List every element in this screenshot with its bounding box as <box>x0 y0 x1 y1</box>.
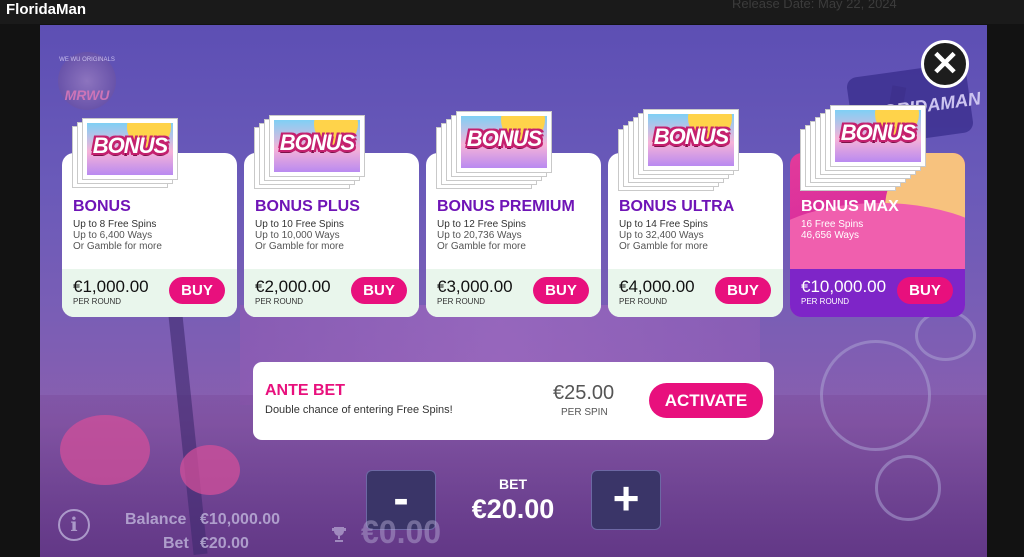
ticket-label: BONUS <box>653 124 729 149</box>
card-title: BONUS MAX <box>801 198 899 215</box>
bonus-ticket: BONUS <box>830 105 926 167</box>
card-ways: 46,656 Ways <box>801 230 859 241</box>
spin-control-faded <box>820 340 931 451</box>
card-per-round: PER ROUND <box>437 297 486 306</box>
background-flamingo <box>180 445 240 495</box>
ticket-label: BONUS <box>466 126 542 151</box>
bonus-ticket: BONUS <box>643 109 739 171</box>
app-title: FloridaMan <box>6 1 87 18</box>
title-bar: FloridaMan Release Date: May 22, 2024 <box>0 0 1024 24</box>
bet-label: BET <box>499 476 527 492</box>
buy-button-bonus-plus[interactable]: BUY <box>351 277 407 304</box>
info-icon[interactable]: i <box>58 509 90 541</box>
press-control-faded <box>915 310 976 361</box>
buy-button-bonus[interactable]: BUY <box>169 277 225 304</box>
card-gamble: Or Gamble for more <box>255 241 344 252</box>
ticket-label: BONUS <box>840 120 916 145</box>
card-spins: Up to 8 Free Spins <box>73 219 157 230</box>
buy-button-bonus-ultra[interactable]: BUY <box>715 277 771 304</box>
buy-button-bonus-max[interactable]: BUY <box>897 277 953 304</box>
bet-increase-button[interactable]: + <box>591 470 661 530</box>
card-ways: Up to 10,000 Ways <box>255 230 340 241</box>
footer-bet-value: €20.00 <box>200 535 249 552</box>
release-date-text: Release Date: May 22, 2024 <box>732 0 897 11</box>
card-price: €1,000.00 <box>73 277 149 296</box>
ticket-art: BONUS <box>648 114 734 166</box>
bonus-ticket: BONUS <box>269 115 365 177</box>
card-ways: Up to 32,400 Ways <box>619 230 704 241</box>
card-price: €3,000.00 <box>437 277 513 296</box>
card-per-round: PER ROUND <box>73 297 122 306</box>
card-per-round: PER ROUND <box>619 297 668 306</box>
ticket-art: BONUS <box>87 123 173 175</box>
card-spins: Up to 10 Free Spins <box>255 219 344 230</box>
card-ways: Up to 6,400 Ways <box>73 230 153 241</box>
ticket-art: BONUS <box>835 110 921 162</box>
card-per-round: PER ROUND <box>255 297 304 306</box>
ticket-art: BONUS <box>274 120 360 172</box>
card-price: €4,000.00 <box>619 277 695 296</box>
footer-bet-label: Bet <box>163 535 189 552</box>
card-spins: Up to 14 Free Spins <box>619 219 708 230</box>
ante-per-spin: PER SPIN <box>561 407 608 418</box>
card-price: €2,000.00 <box>255 277 331 296</box>
ante-bet-panel: ANTE BET Double chance of entering Free … <box>253 362 774 440</box>
card-gamble: Or Gamble for more <box>437 241 526 252</box>
ticket-label: BONUS <box>92 133 168 158</box>
card-title: BONUS ULTRA <box>619 198 735 215</box>
provider-logo: WE WU ORIGINALS MRWU <box>58 52 116 110</box>
activate-button[interactable]: ACTIVATE <box>649 383 763 418</box>
balance-label: Balance <box>125 511 187 528</box>
card-gamble: Or Gamble for more <box>73 241 162 252</box>
auto-control-faded <box>875 455 941 521</box>
ante-price: €25.00 <box>553 382 615 404</box>
balance-value: €10,000.00 <box>200 511 281 528</box>
logo-name: MRWU <box>64 87 110 103</box>
card-title: BONUS PLUS <box>255 198 360 215</box>
win-value: €0.00 <box>361 514 442 550</box>
bonus-ticket: BONUS <box>456 111 552 173</box>
game-area: FLORIDAMAN WE WU ORIGINALS MRWU ✕ BONUS … <box>40 25 987 557</box>
buy-button-bonus-premium[interactable]: BUY <box>533 277 589 304</box>
ante-title: ANTE BET <box>265 382 345 399</box>
ticket-label: BONUS <box>279 130 355 155</box>
ticket-art: BONUS <box>461 116 547 168</box>
bet-value: €20.00 <box>471 494 555 524</box>
card-ways: Up to 20,736 Ways <box>437 230 522 241</box>
card-per-round: PER ROUND <box>801 297 850 306</box>
card-price: €10,000.00 <box>801 277 887 296</box>
card-spins: 16 Free Spins <box>801 219 864 230</box>
bonus-ticket: BONUS <box>82 118 178 180</box>
card-title: BONUS <box>73 198 131 215</box>
trophy-icon <box>330 525 350 545</box>
card-spins: Up to 12 Free Spins <box>437 219 526 230</box>
close-button[interactable]: ✕ <box>921 40 969 88</box>
card-title: BONUS PREMIUM <box>437 198 575 215</box>
ante-description: Double chance of entering Free Spins! <box>265 404 453 416</box>
card-gamble: Or Gamble for more <box>619 241 708 252</box>
logo-subtitle: WE WU ORIGINALS <box>59 57 115 63</box>
background-flamingo <box>60 415 150 485</box>
